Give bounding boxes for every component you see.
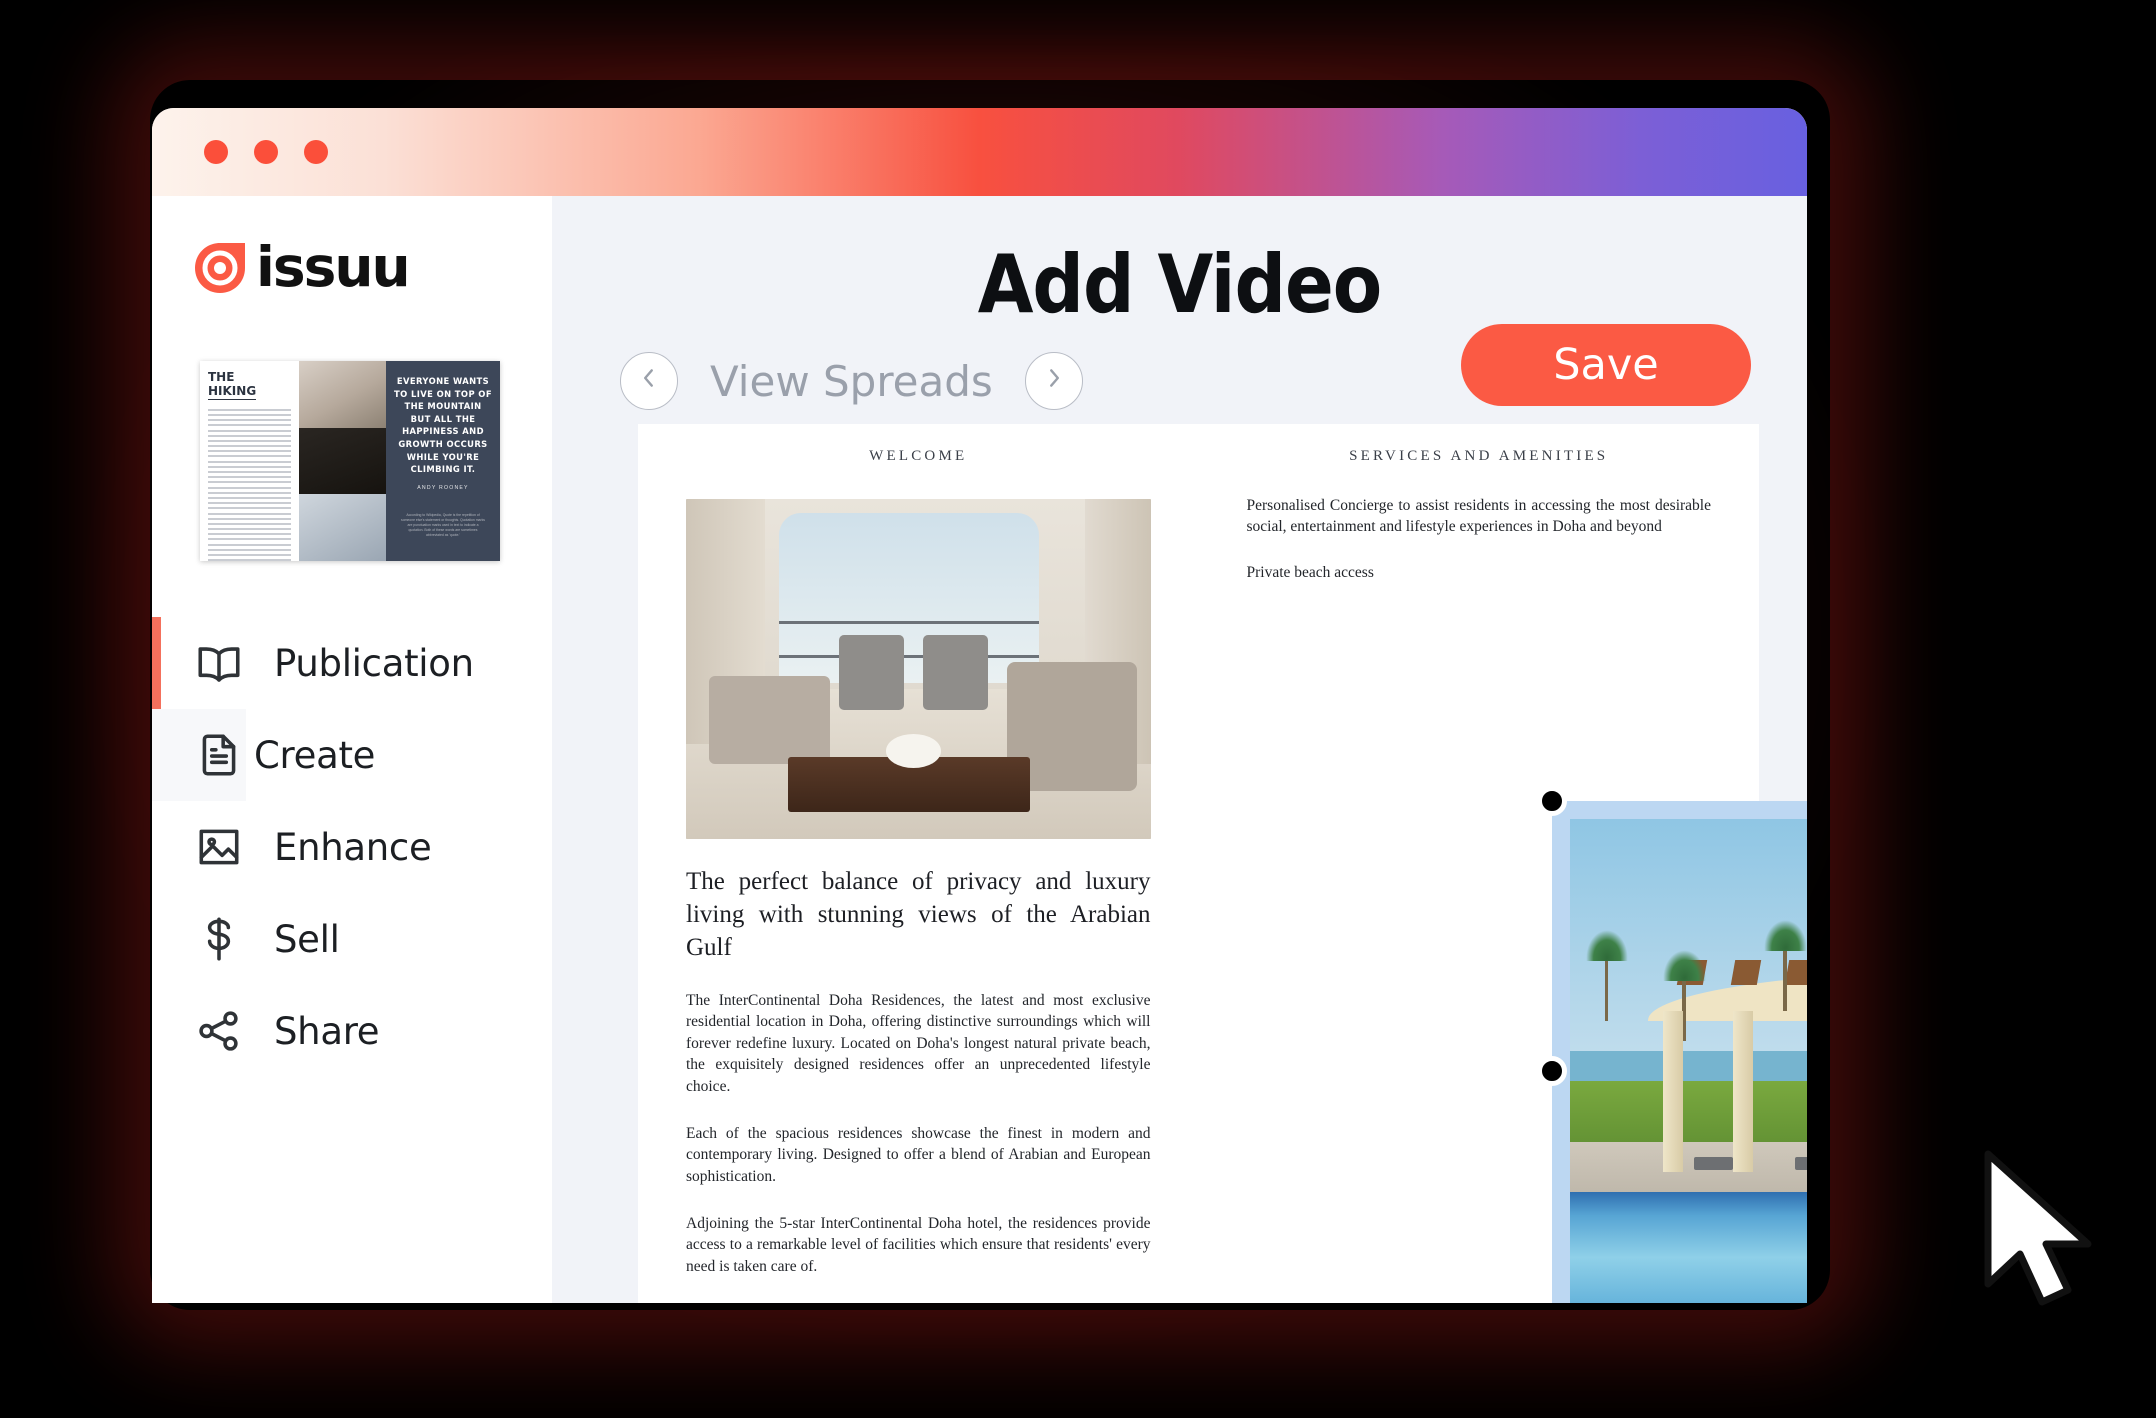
page-title: Add Video <box>977 238 1383 331</box>
dollar-icon <box>194 914 244 964</box>
living-room-image <box>686 499 1151 839</box>
left-page-paragraph-2: Each of the spacious residences showcase… <box>686 1124 1151 1185</box>
sidebar-item-share[interactable]: Share <box>152 985 552 1077</box>
publication-thumbnail[interactable]: THE HIKING EVERYONE WANTS TO LIVE ON TOP… <box>200 361 500 561</box>
thumbnail-quote-page: EVERYONE WANTS TO LIVE ON TOP OF THE MOU… <box>386 361 500 561</box>
chevron-right-icon <box>1041 365 1067 398</box>
thumbnail-quote-author: ANDY ROONEY <box>417 484 469 491</box>
document-icon <box>194 730 244 780</box>
right-page-header: SERVICES AND AMENITIES <box>1349 448 1609 464</box>
thumbnail-title-line1: THE <box>208 370 235 384</box>
issuu-mark-icon <box>194 242 246 294</box>
left-page-lead: The perfect balance of privacy and luxur… <box>686 868 1151 961</box>
next-spread-button[interactable] <box>1024 352 1083 410</box>
thumbnail-quote: EVERYONE WANTS TO LIVE ON TOP OF THE MOU… <box>394 376 492 475</box>
minimize-button[interactable] <box>254 140 278 164</box>
maximize-button[interactable] <box>304 140 328 164</box>
sidebar-item-enhance-label: Enhance <box>274 825 432 869</box>
thumbnail-photo-1 <box>299 361 386 428</box>
sidebar: issuu THE HIKING EVERYONE WANTS TO LIVE … <box>152 196 552 1303</box>
thumbnail-title-line2: HIKING <box>208 383 257 398</box>
screenshot-stage: issuu THE HIKING EVERYONE WANTS TO LIVE … <box>0 0 2156 1418</box>
thumbnail-photo-2 <box>299 427 386 495</box>
sidebar-item-sell-label: Sell <box>274 917 340 961</box>
left-page-paragraph-1: The InterContinental Doha Residences, th… <box>686 992 1151 1095</box>
window-body: issuu THE HIKING EVERYONE WANTS TO LIVE … <box>152 196 1807 1303</box>
sidebar-item-sell[interactable]: Sell <box>152 893 552 985</box>
image-icon <box>194 822 244 872</box>
resize-handle-top-left[interactable] <box>1537 786 1567 816</box>
close-button[interactable] <box>204 140 228 164</box>
left-page-paragraph-3: Adjoining the 5-star InterContinental Do… <box>686 1215 1151 1275</box>
sidebar-item-publication-label: Publication <box>274 641 474 685</box>
sidebar-item-publication[interactable]: Publication <box>152 617 552 709</box>
spread-navigation: View Spreads <box>620 352 1083 410</box>
share-icon <box>194 1006 244 1056</box>
video-selection-frame[interactable] <box>1537 786 1807 1303</box>
window-titlebar <box>152 108 1807 196</box>
browser-window: issuu THE HIKING EVERYONE WANTS TO LIVE … <box>152 108 1807 1303</box>
chevron-left-icon <box>636 365 662 398</box>
main-header: Add Video View Spreads Save <box>552 196 1807 424</box>
video-thumbnail[interactable] <box>1570 819 1807 1303</box>
issuu-logo[interactable]: issuu <box>152 196 552 295</box>
traffic-lights <box>204 140 328 164</box>
left-page-header: WELCOME <box>869 448 968 464</box>
mouse-cursor <box>1980 1150 2100 1320</box>
sidebar-item-create-label: Create <box>254 733 376 777</box>
main-panel: Add Video View Spreads Save WELCOME The … <box>552 196 1807 1303</box>
spread-left-page: WELCOME The perfect balance of privacy a… <box>638 424 1199 1303</box>
sidebar-item-create[interactable]: Create <box>152 709 375 801</box>
sidebar-nav: Publication Create Enhance Sell Share <box>152 617 552 1077</box>
thumbnail-title: THE HIKING <box>208 370 257 400</box>
right-page-paragraph: Personalised Concierge to assist residen… <box>1246 497 1712 536</box>
thumbnail-text-lines <box>208 408 291 561</box>
resize-handle-middle-left[interactable] <box>1537 1056 1567 1086</box>
thumbnail-footnote: According to Wikipedia, Quote is the rep… <box>401 512 485 537</box>
sidebar-item-enhance[interactable]: Enhance <box>152 801 552 893</box>
previous-spread-button[interactable] <box>620 352 678 410</box>
view-spreads-label[interactable]: View Spreads <box>710 357 993 406</box>
sidebar-item-share-label: Share <box>274 1009 380 1053</box>
thumbnail-left-page: THE HIKING <box>200 361 299 561</box>
book-icon <box>194 638 244 688</box>
right-page-item: Private beach access <box>1246 563 1374 581</box>
save-button[interactable]: Save <box>1461 324 1751 406</box>
thumbnail-photo-3 <box>299 494 386 561</box>
thumbnail-photo-column <box>299 361 386 561</box>
issuu-wordmark: issuu <box>256 235 411 299</box>
